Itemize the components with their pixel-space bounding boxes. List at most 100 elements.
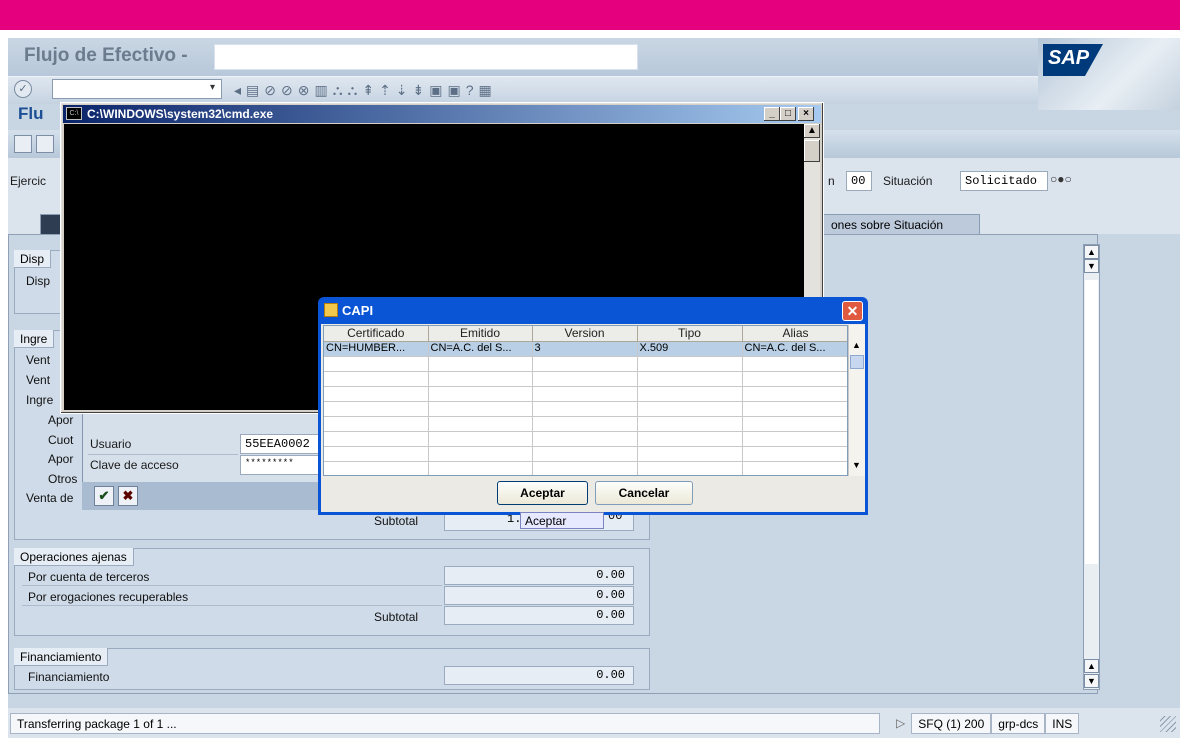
table-row[interactable] [324,386,847,402]
shortcut-icon[interactable]: ▣ [448,82,461,99]
dropdown-icon[interactable]: ▾ [210,82,220,96]
top-gap [0,30,1180,38]
scroll-page-down-icon[interactable]: ▼ [1084,259,1099,273]
ingre-row-label: Venta de [26,491,74,505]
cmd-title: C:\WINDOWS\system32\cmd.exe [63,105,821,123]
save-icon[interactable]: ▤ [246,82,259,99]
maximize-icon[interactable]: □ [780,107,796,121]
status-lights-icon[interactable]: ○●○ [1050,172,1072,186]
cell-emitido: CN=A.C. del S... [428,341,533,357]
cmd-scroll-thumb[interactable] [804,140,820,162]
command-field[interactable] [52,79,222,99]
period-label: n [828,174,835,188]
period-field[interactable]: 00 [846,171,872,191]
ingre-row-label: Otros [48,472,78,486]
table-row[interactable] [324,356,847,372]
group-title-operaciones-ajenas: Operaciones ajenas [14,548,134,566]
col-certificado[interactable]: Certificado [324,326,429,342]
cancel-icon[interactable]: ✖ [118,486,138,506]
situacion-field[interactable]: Solicitado [960,171,1048,191]
table-row[interactable] [324,416,847,432]
capi-title: CAPI [342,303,374,318]
print-icon[interactable]: ▥ [314,82,327,99]
nav-back-icon[interactable]: ⊘ [264,82,276,99]
first-page-icon[interactable]: ⇞ [362,82,374,99]
value-por-erogaciones[interactable]: 0.00 [444,586,634,605]
col-alias[interactable]: Alias [742,326,847,342]
find-next-icon[interactable]: ⛬ [348,82,358,99]
confirm-icon[interactable]: ✔ [94,486,114,506]
certificate-table[interactable]: Certificado Emitido Version Tipo Alias C… [323,325,848,476]
last-page-icon[interactable]: ⇟ [413,82,425,99]
display-icon[interactable] [36,135,54,153]
capi-scroll-thumb[interactable] [850,355,864,369]
row-label-por-cuenta-terceros: Por cuenta de terceros [28,570,150,584]
status-info: ▷ SFQ (1) 200 grp-dcs INS [890,713,1080,734]
table-row[interactable]: CN=HUMBER... CN=A.C. del S... 3 X.509 CN… [324,341,847,357]
ingre-row-label: Cuot [48,433,74,447]
group-title-disp: Disp [14,250,52,268]
screen-title: Flu [18,104,44,123]
ingre-row-label: Apor [48,413,74,427]
aceptar-tooltip: Aceptar [520,512,604,529]
scroll-track[interactable] [1085,280,1098,564]
operaciones-subtotal-label: Subtotal [374,610,419,624]
scroll-up-icon[interactable]: ▲ [1084,245,1099,259]
col-tipo[interactable]: Tipo [637,326,743,342]
row-divider [88,454,238,455]
table-row[interactable] [324,431,847,447]
enter-icon[interactable]: ✓ [14,80,32,98]
usuario-label: Usuario [90,437,132,451]
scroll-page-up-icon[interactable]: ▲ [1084,659,1099,673]
col-emitido[interactable]: Emitido [428,326,533,342]
status-server[interactable]: grp-dcs [991,713,1046,734]
layout-icon[interactable]: ▦ [479,82,492,99]
ingre-subtotal-label: Subtotal [374,514,419,528]
new-session-icon[interactable]: ▣ [429,82,442,99]
capi-scroll-up-icon[interactable]: ▲ [852,340,861,350]
tab-observaciones-situacion[interactable]: ones sobre Situación [822,214,980,234]
ingre-row-label: Apor [48,452,74,466]
usuario-field[interactable]: 55EEA0002 [240,434,328,454]
value-financiamiento[interactable]: 0.00 [444,666,634,685]
status-expand-icon[interactable]: ▷ [890,713,911,734]
capi-scroll-down-icon[interactable]: ▼ [852,460,861,470]
table-row[interactable] [324,446,847,462]
scroll-down-icon[interactable]: ▼ [1084,674,1099,688]
group-title-financiamiento: Financiamiento [14,648,109,666]
next-page-icon[interactable]: ⇣ [396,82,408,99]
change-mode-icon[interactable] [14,135,32,153]
ingre-row-label: Vent [26,353,51,367]
back-icon[interactable]: ◂ [234,82,241,99]
capi-close-icon[interactable]: ✕ [842,301,863,321]
prev-page-icon[interactable]: ⇡ [379,82,391,99]
cell-tipo: X.509 [637,341,743,357]
row-label-financiamiento: Financiamiento [28,670,110,684]
clave-field[interactable]: ********* [240,455,328,475]
nav-exit-icon[interactable]: ⊘ [281,82,293,99]
cmd-app-icon: C:\ [66,107,82,120]
capi-scrollbar[interactable]: ▲ ▼ [848,325,865,476]
row-divider [22,605,442,606]
ejercicio-label: Ejercic [10,174,47,188]
table-row[interactable] [324,401,847,417]
cmd-scroll-up-icon[interactable]: ▲ [804,124,820,138]
ingre-row-label: Ingre [26,393,54,407]
minimize-icon[interactable]: _ [764,107,780,121]
clave-label: Clave de acceso [90,458,179,472]
cancelar-button[interactable]: Cancelar [595,481,693,505]
value-por-cuenta-terceros[interactable]: 0.00 [444,566,634,585]
nav-cancel-icon[interactable]: ⊗ [298,82,310,99]
resize-grip-icon[interactable] [1160,716,1176,732]
cell-certificado: CN=HUMBER... [324,341,429,357]
table-row[interactable] [324,371,847,387]
status-system[interactable]: SFQ (1) 200 [911,713,992,734]
close-icon[interactable]: × [798,107,814,121]
help-icon[interactable]: ? [466,82,474,98]
aceptar-button[interactable]: Aceptar [497,481,588,505]
find-icon[interactable]: ⛬ [333,82,343,99]
col-version[interactable]: Version [532,326,638,342]
status-mode[interactable]: INS [1045,713,1080,734]
window-title: Flujo de Efectivo - [24,45,188,66]
table-row[interactable] [324,461,847,475]
